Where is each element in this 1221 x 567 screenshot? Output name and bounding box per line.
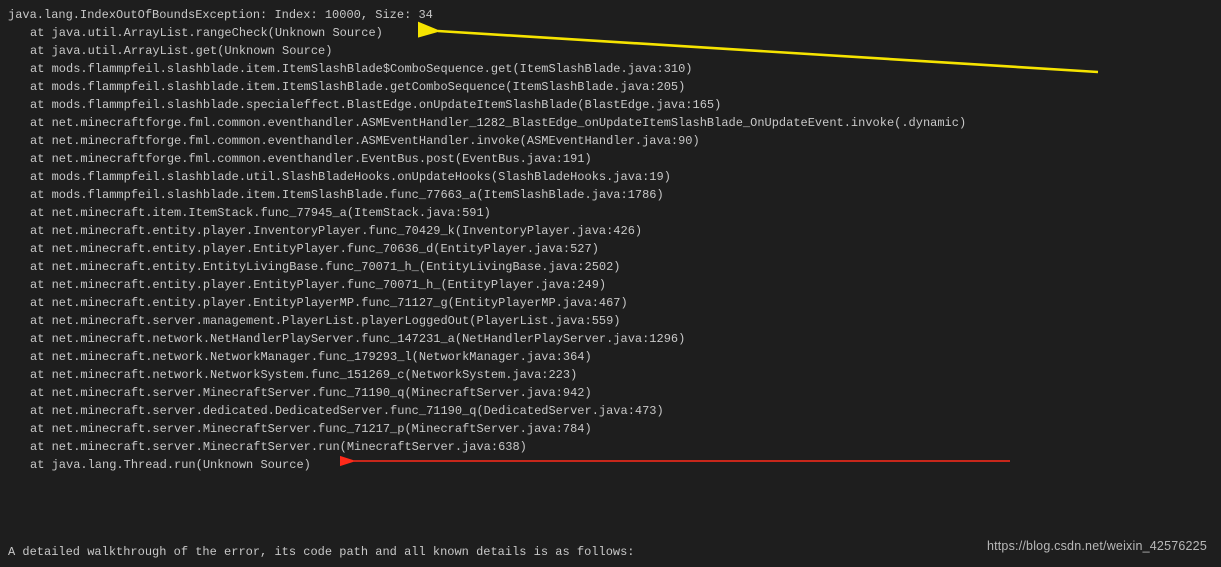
exception-header: java.lang.IndexOutOfBoundsException: Ind… <box>8 6 1221 24</box>
stack-frame: at mods.flammpfeil.slashblade.item.ItemS… <box>8 78 1221 96</box>
stack-frame: at mods.flammpfeil.slashblade.item.ItemS… <box>8 186 1221 204</box>
stack-frame: at net.minecraftforge.fml.common.eventha… <box>8 150 1221 168</box>
stack-frame: at net.minecraft.entity.player.EntityPla… <box>8 294 1221 312</box>
stack-frame: at mods.flammpfeil.slashblade.item.ItemS… <box>8 60 1221 78</box>
stack-frame: at net.minecraft.server.MinecraftServer.… <box>8 438 1221 456</box>
stack-frame: at net.minecraft.network.NetHandlerPlayS… <box>8 330 1221 348</box>
stack-frame: at mods.flammpfeil.slashblade.specialeff… <box>8 96 1221 114</box>
stack-frame: at mods.flammpfeil.slashblade.util.Slash… <box>8 168 1221 186</box>
stack-frame: at net.minecraft.server.dedicated.Dedica… <box>8 402 1221 420</box>
stack-frame: at net.minecraft.entity.player.EntityPla… <box>8 276 1221 294</box>
stack-frame: at net.minecraftforge.fml.common.eventha… <box>8 132 1221 150</box>
stack-trace-block: java.lang.IndexOutOfBoundsException: Ind… <box>8 6 1221 474</box>
stack-frame: at net.minecraft.item.ItemStack.func_779… <box>8 204 1221 222</box>
stack-frame: at net.minecraft.server.MinecraftServer.… <box>8 384 1221 402</box>
stack-frame: at net.minecraft.entity.player.EntityPla… <box>8 240 1221 258</box>
stack-frame: at net.minecraft.server.management.Playe… <box>8 312 1221 330</box>
stack-frame: at net.minecraft.network.NetworkSystem.f… <box>8 366 1221 384</box>
watermark-text: https://blog.csdn.net/weixin_42576225 <box>987 537 1207 555</box>
stack-frame: at net.minecraft.network.NetworkManager.… <box>8 348 1221 366</box>
stack-frame: at java.lang.Thread.run(Unknown Source) <box>8 456 1221 474</box>
error-walkthrough-heading: A detailed walkthrough of the error, its… <box>8 543 635 561</box>
stack-frame: at net.minecraft.entity.EntityLivingBase… <box>8 258 1221 276</box>
stack-frame: at net.minecraft.entity.player.Inventory… <box>8 222 1221 240</box>
stack-frame: at net.minecraft.server.MinecraftServer.… <box>8 420 1221 438</box>
stack-frame: at net.minecraftforge.fml.common.eventha… <box>8 114 1221 132</box>
stack-frame: at java.util.ArrayList.get(Unknown Sourc… <box>8 42 1221 60</box>
stack-frame: at java.util.ArrayList.rangeCheck(Unknow… <box>8 24 1221 42</box>
